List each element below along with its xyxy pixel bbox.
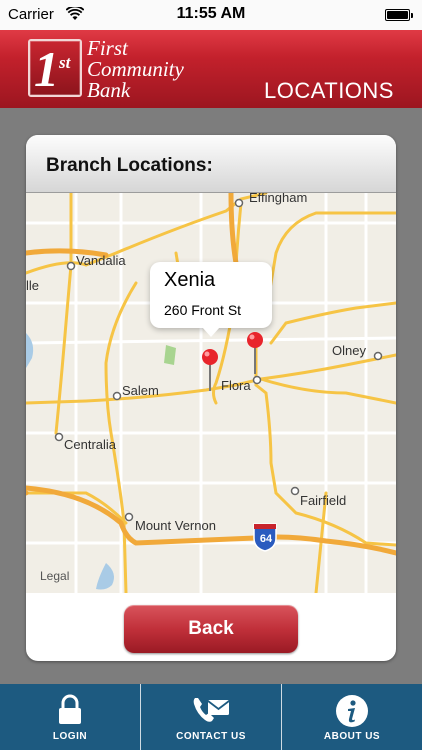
branch-map[interactable]: Effingham Vandalia lle Olney Flora Salem…	[26, 193, 396, 593]
phone-mail-icon	[193, 698, 230, 722]
back-button[interactable]: Back	[124, 605, 298, 653]
map-pin-xenia[interactable]	[200, 348, 220, 392]
interstate-number: 64	[259, 533, 273, 545]
bank-name-line1: First	[87, 36, 128, 60]
tab-login[interactable]: LOGIN	[0, 684, 141, 750]
status-time: 11:55 AM	[176, 5, 246, 22]
tab-about-us[interactable]: ABOUT US	[282, 684, 422, 750]
page-title: LOCATIONS	[263, 78, 394, 103]
map-pin-flora[interactable]	[245, 331, 265, 375]
map-label-flora: Flora	[221, 378, 251, 393]
tab-contact-us-label: CONTACT US	[176, 731, 246, 742]
tab-contact-us[interactable]: CONTACT US	[141, 684, 282, 750]
bank-logo-mark: 1 st	[28, 39, 82, 97]
map-label-vandalia: Vandalia	[76, 253, 126, 268]
status-bar: Carrier 11:55 AM	[0, 0, 422, 30]
callout-subtitle: 260 Front St	[164, 302, 242, 318]
logo-number: 1	[34, 41, 59, 97]
map-callout[interactable]: Xenia 260 Front St	[150, 262, 272, 337]
map-label-fairfield: Fairfield	[300, 493, 347, 508]
battery-icon	[385, 9, 413, 21]
map-label-salem: Salem	[122, 383, 159, 398]
bank-name-line3: Bank	[87, 78, 131, 102]
tab-bar: LOGIN CONTACT US ABOUT US	[0, 684, 422, 750]
tab-about-us-label: ABOUT US	[323, 731, 381, 742]
map-legal-link[interactable]: Legal	[40, 569, 69, 583]
tab-login-label: LOGIN	[52, 731, 88, 742]
bank-name-line2: Community	[87, 57, 184, 81]
bank-name: First Community Bank	[87, 38, 184, 101]
logo-suffix: st	[59, 53, 71, 72]
map-label-lle: lle	[26, 278, 40, 293]
card-title: Branch Locations:	[46, 155, 213, 176]
map-label-centralia: Centralia	[64, 437, 117, 452]
lock-icon	[59, 694, 81, 724]
callout-title: Xenia	[164, 269, 216, 291]
map-label-effingham: Effingham	[249, 193, 308, 205]
branch-locations-card: Branch Locations: Effingham Vandalia lle…	[26, 135, 396, 661]
app-header: 1 st First Community Bank LOCATIONS	[0, 30, 422, 108]
info-icon	[336, 695, 368, 727]
map-label-mount-vernon: Mount Vernon	[135, 518, 216, 533]
card-header: Branch Locations:	[26, 135, 396, 193]
map-label-olney: Olney	[332, 343, 366, 358]
